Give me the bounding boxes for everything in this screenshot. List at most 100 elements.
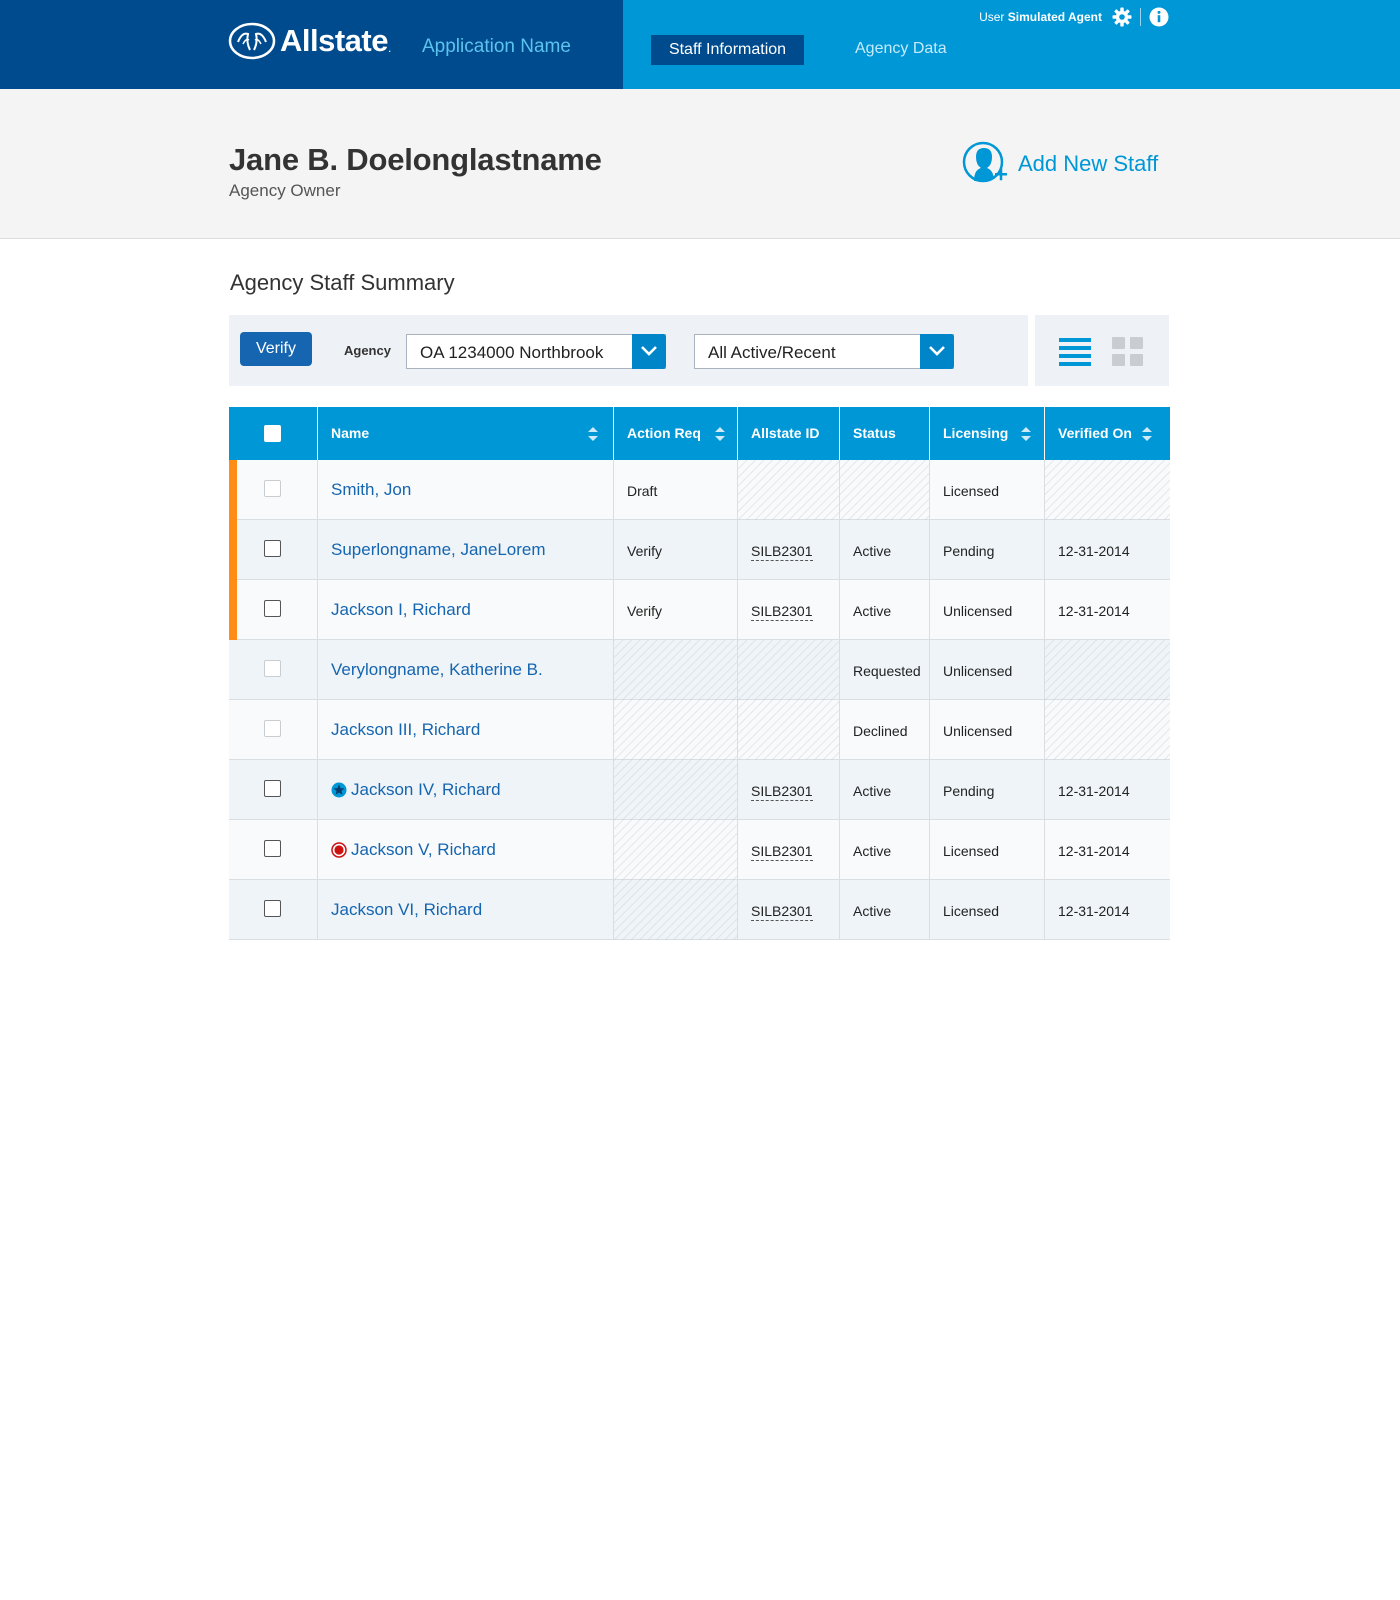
name-cell: Smith, Jon	[318, 460, 614, 520]
grid-view-icon[interactable]	[1112, 337, 1143, 367]
status-cell-text: Active	[853, 543, 892, 559]
row-select-cell	[229, 820, 318, 880]
status-filter-select[interactable]: All Active/Recent	[694, 334, 954, 369]
allstate-id-cell-text: SILB2301	[751, 543, 813, 561]
chevron-down-icon[interactable]	[920, 334, 954, 369]
staff-name: Jackson IV, Richard	[351, 780, 501, 799]
list-view-icon[interactable]	[1059, 337, 1091, 367]
staff-name-link[interactable]: Jackson IV, Richard	[331, 780, 501, 800]
verified-on-cell: 12-31-2014	[1045, 580, 1170, 640]
table-row[interactable]: Jackson VI, Richard SILB2301 Active License…	[229, 880, 1170, 940]
staff-name-link[interactable]: Smith, Jon	[331, 480, 411, 500]
name-cell: Jackson V, Richard	[318, 820, 614, 880]
licensing-cell-text: Pending	[943, 783, 995, 799]
staff-name-link[interactable]: Jackson V, Richard	[331, 840, 496, 860]
verified-on-cell-text: 12-31-2014	[1058, 843, 1130, 859]
table-row[interactable]: Jackson I, Richard Verify SILB2301 Active Un…	[229, 580, 1170, 640]
row-checkbox[interactable]	[264, 540, 281, 557]
status-cell: Active	[840, 820, 930, 880]
column-action-req[interactable]: Action Req	[614, 407, 738, 460]
staff-name-link[interactable]: Verylongname, Katherine B.	[331, 660, 543, 680]
status-cell: Declined	[840, 700, 930, 760]
sort-icon[interactable]	[715, 427, 725, 441]
allstate-id-cell: SILB2301	[738, 760, 840, 820]
action-req-cell-text: Draft	[627, 483, 658, 499]
header-brand-area: Allstate . Application Name	[0, 0, 623, 89]
staff-name-link[interactable]: Jackson III, Richard	[331, 720, 480, 740]
nav-tab-agency-data[interactable]: Agency Data	[855, 40, 947, 58]
row-checkbox[interactable]	[264, 900, 281, 917]
star-badge-icon	[331, 782, 347, 798]
staff-table: Name Action Req Allstate ID Status Licen…	[229, 407, 1170, 940]
hands-logo-icon	[228, 22, 276, 60]
allstate-id-cell	[738, 640, 840, 700]
licensing-cell: Pending	[930, 760, 1045, 820]
nav-tab-staff-information[interactable]: Staff Information	[651, 35, 804, 65]
user-name[interactable]: Simulated Agent	[1008, 10, 1102, 24]
allstate-id-cell	[738, 700, 840, 760]
status-cell	[840, 460, 930, 520]
staff-name: Verylongname, Katherine B.	[331, 660, 543, 679]
staff-name-link[interactable]: Superlongname, JaneLorem	[331, 540, 546, 560]
table-row[interactable]: Jackson V, Richard SILB2301 Active Licensed…	[229, 820, 1170, 880]
table-row[interactable]: Superlongname, JaneLorem Verify SILB2301 Ac…	[229, 520, 1170, 580]
gear-icon[interactable]	[1112, 7, 1132, 27]
licensing-cell-text: Unlicensed	[943, 663, 1013, 679]
row-select-cell	[229, 700, 318, 760]
licensing-cell: Unlicensed	[930, 580, 1045, 640]
table-row[interactable]: Verylongname, Katherine B. Requested Unlic…	[229, 640, 1170, 700]
app-header: Allstate . Application Name User Simulat…	[0, 0, 1400, 89]
table-row[interactable]: Smith, Jon Draft Licensed	[229, 460, 1170, 520]
row-checkbox[interactable]	[264, 840, 281, 857]
licensing-cell: Unlicensed	[930, 640, 1045, 700]
licensing-cell: Unlicensed	[930, 700, 1045, 760]
row-checkbox[interactable]	[264, 600, 281, 617]
verified-on-cell	[1045, 460, 1170, 520]
action-required-flag	[229, 460, 237, 520]
column-licensing[interactable]: Licensing	[930, 407, 1045, 460]
section-title: Agency Staff Summary	[230, 270, 455, 295]
action-req-cell	[614, 880, 738, 940]
licensing-cell-text: Licensed	[943, 903, 1000, 919]
profile-role: Agency Owner	[229, 181, 341, 200]
verify-button[interactable]: Verify	[240, 332, 312, 366]
column-licensing-label: Licensing	[943, 425, 1009, 441]
verified-on-cell: 12-31-2014	[1045, 820, 1170, 880]
staff-name-link[interactable]: Jackson VI, Richard	[331, 900, 482, 920]
row-checkbox[interactable]	[264, 780, 281, 797]
status-cell-text: Requested	[853, 663, 921, 679]
table-header: Name Action Req Allstate ID Status Licen…	[229, 407, 1170, 460]
column-verified-on[interactable]: Verified On	[1045, 407, 1170, 460]
chevron-down-icon[interactable]	[632, 334, 666, 369]
sort-icon[interactable]	[588, 427, 598, 441]
info-icon[interactable]	[1149, 7, 1169, 27]
action-req-cell-text: Verify	[627, 603, 663, 619]
header-divider	[1140, 8, 1141, 26]
staff-name: Jackson III, Richard	[331, 720, 481, 739]
verified-on-cell: 12-31-2014	[1045, 520, 1170, 580]
allstate-logo[interactable]: Allstate .	[228, 22, 391, 60]
verified-on-cell	[1045, 640, 1170, 700]
sort-icon[interactable]	[1142, 427, 1152, 441]
add-new-staff-button[interactable]: Add New Staff	[962, 141, 1158, 185]
app-name[interactable]: Application Name	[422, 36, 571, 58]
staff-name: Smith, Jon	[331, 480, 412, 499]
action-req-cell: Draft	[614, 460, 738, 520]
column-action-req-label: Action Req	[627, 425, 701, 441]
table-row[interactable]: Jackson III, Richard Declined Unlicensed	[229, 700, 1170, 760]
column-name[interactable]: Name	[318, 407, 614, 460]
sort-icon[interactable]	[1021, 427, 1031, 441]
allstate-id-cell-text: SILB2301	[751, 603, 813, 621]
table-row[interactable]: Jackson IV, Richard SILB2301 Active Pending…	[229, 760, 1170, 820]
staff-name-link[interactable]: Jackson I, Richard	[331, 600, 471, 620]
column-status-label: Status	[853, 425, 896, 441]
licensing-cell-text: Licensed	[943, 843, 1000, 859]
status-cell: Active	[840, 760, 930, 820]
select-all-checkbox[interactable]	[264, 425, 281, 442]
row-select-cell	[229, 520, 318, 580]
licensing-cell: Licensed	[930, 880, 1045, 940]
agency-select-value: OA 1234000 Northbrook	[420, 343, 604, 362]
verified-on-cell	[1045, 700, 1170, 760]
allstate-id-cell	[738, 460, 840, 520]
agency-select[interactable]: OA 1234000 Northbrook	[406, 334, 666, 369]
